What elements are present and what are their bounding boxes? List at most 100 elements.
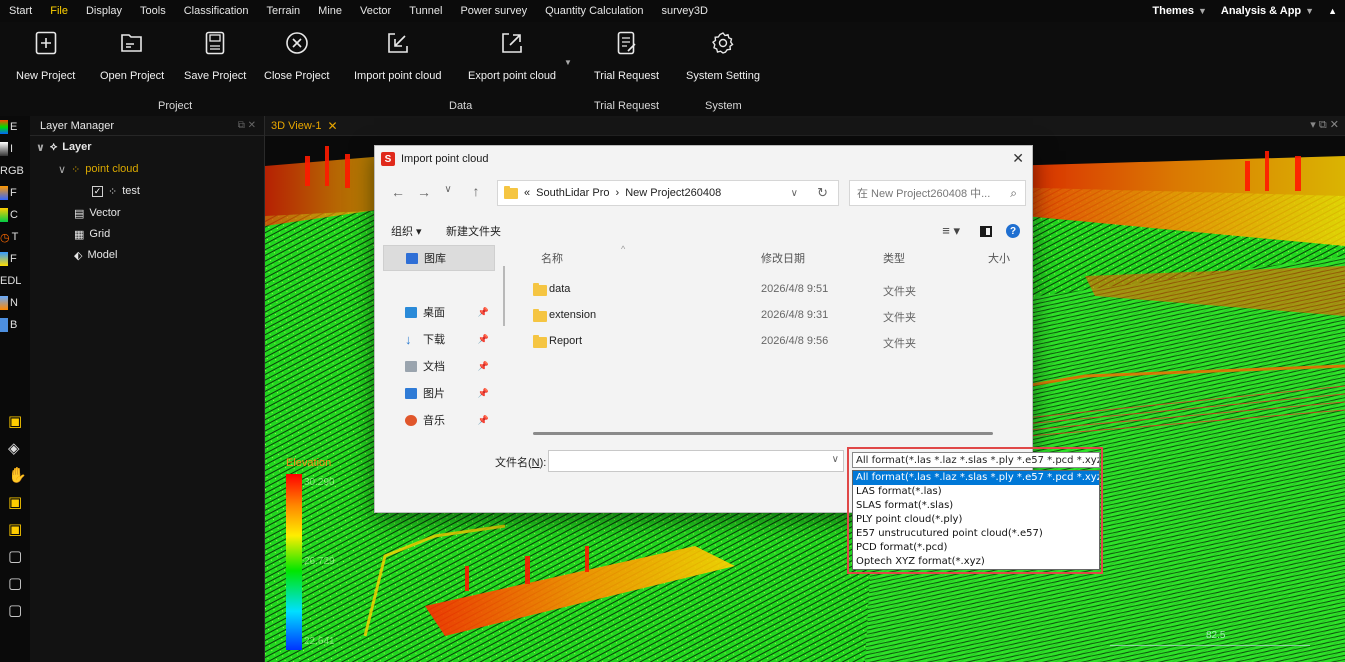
breadcrumb-segment[interactable]: New Project260408 — [625, 187, 721, 199]
tree-layer-root[interactable]: ∨ ⟡ Layer — [36, 137, 92, 157]
file-type-option[interactable]: All format(*.las *.laz *.slas *.ply *.e5… — [853, 471, 1099, 485]
open-project-button[interactable]: Open Project — [100, 30, 164, 82]
file-type-option[interactable]: LAS format(*.las) — [853, 485, 1099, 499]
tab-3d-view-1[interactable]: 3D View-1 ✕ — [271, 116, 338, 136]
menu-survey3d[interactable]: survey3D — [653, 5, 717, 17]
panel-pin-close-icon[interactable]: ⧉ ✕ — [238, 120, 256, 131]
menu-mine[interactable]: Mine — [309, 5, 351, 17]
export-point-cloud-button[interactable]: Export point cloud — [468, 30, 556, 82]
new-project-button[interactable]: New Project — [16, 30, 75, 82]
import-point-cloud-button[interactable]: Import point cloud — [354, 30, 441, 82]
address-bar[interactable]: « SouthLidar Pro › New Project260408 ∨ ↻ — [497, 180, 839, 206]
pane-splitter[interactable] — [503, 266, 505, 326]
cube-top-view-icon[interactable]: ▣ — [8, 493, 27, 511]
pin-icon[interactable]: 📌 — [478, 388, 489, 399]
pan-hand-icon[interactable]: ✋ — [8, 466, 27, 484]
menu-tunnel[interactable]: Tunnel — [400, 5, 451, 17]
menu-power-survey[interactable]: Power survey — [451, 5, 536, 17]
tree-test[interactable]: ✓ ⁘ test — [92, 181, 140, 201]
menu-vector[interactable]: Vector — [351, 5, 400, 17]
layer-checkbox[interactable]: ✓ — [92, 185, 103, 197]
pin-icon[interactable]: 📌 — [478, 307, 489, 318]
pin-icon[interactable]: 📌 — [478, 334, 489, 345]
nav-item-pictures[interactable]: 图片 📌 — [383, 380, 495, 406]
nav-item-music[interactable]: 音乐 📌 — [383, 407, 495, 433]
chevron-down-icon[interactable]: ∨ — [832, 454, 839, 465]
cube-right-view-icon[interactable]: ▢ — [8, 601, 27, 619]
save-project-button[interactable]: Save Project — [184, 30, 246, 82]
nav-item-gallery[interactable]: 图库 — [383, 245, 495, 271]
help-icon[interactable]: ? — [1006, 224, 1020, 238]
nav-item-downloads[interactable]: ↓ 下载 📌 — [383, 326, 495, 352]
refresh-icon[interactable]: ↻ — [817, 185, 828, 201]
tool-intensity[interactable]: I — [0, 138, 30, 160]
tree-vector[interactable]: ▤ Vector — [74, 203, 121, 223]
new-folder-button[interactable]: 新建文件夹 — [446, 223, 501, 239]
file-row[interactable]: data 2026/4/8 9:51 文件夹 — [511, 278, 1011, 302]
forward-arrow-icon[interactable]: → — [413, 184, 435, 200]
nav-item-desktop[interactable]: 桌面 📌 — [383, 299, 495, 325]
file-row[interactable]: extension 2026/4/8 9:31 文件夹 — [511, 304, 1011, 328]
pin-icon[interactable]: 📌 — [478, 361, 489, 372]
file-type-select[interactable]: All format(*.las *.laz *.slas *.ply *.e5… — [852, 452, 1100, 468]
column-header-type[interactable]: 类型 — [883, 250, 905, 266]
filename-input[interactable] — [549, 451, 819, 471]
menu-start[interactable]: Start — [0, 5, 41, 17]
menu-file[interactable]: File — [41, 5, 77, 17]
file-type-option[interactable]: PLY point cloud(*.ply) — [853, 513, 1099, 527]
pin-icon[interactable]: 📌 — [478, 415, 489, 426]
menu-display[interactable]: Display — [77, 5, 131, 17]
tool-fl[interactable]: F — [0, 248, 30, 270]
menu-terrain[interactable]: Terrain — [258, 5, 310, 17]
cube-front-view-icon[interactable]: ▣ — [8, 412, 27, 430]
column-header-date[interactable]: 修改日期 — [761, 250, 805, 266]
tree-point-cloud[interactable]: ∨ ⁘ point cloud — [58, 159, 139, 179]
close-project-button[interactable]: Close Project — [264, 30, 329, 82]
file-row[interactable]: Report 2026/4/8 9:56 文件夹 — [511, 330, 1011, 354]
chevron-down-icon[interactable]: ∨ — [791, 188, 798, 199]
horizontal-scrollbar[interactable] — [533, 432, 993, 435]
tool-rgb[interactable]: RGB — [0, 160, 30, 182]
cube-side-view-icon[interactable]: ▣ — [8, 520, 27, 538]
file-type-option[interactable]: Optech XYZ format(*.xyz) — [853, 555, 1099, 569]
collapse-ribbon-icon[interactable]: ▲ — [1328, 6, 1337, 16]
tool-edl[interactable]: EDL — [0, 270, 30, 292]
close-icon[interactable]: ✕ — [1012, 150, 1024, 167]
search-input[interactable]: 在 New Project260408 中... ⌕ — [849, 180, 1026, 206]
tool-elevation[interactable]: E — [0, 116, 30, 138]
tree-grid[interactable]: ▦ Grid — [74, 224, 110, 244]
close-tab-icon[interactable]: ✕ — [328, 119, 338, 133]
tool-nr[interactable]: N — [0, 292, 30, 314]
organize-menu[interactable]: 组织 ▾ — [391, 223, 422, 239]
menu-quantity-calculation[interactable]: Quantity Calculation — [536, 5, 652, 17]
tree-model[interactable]: ⬖ Model — [74, 245, 117, 265]
filename-field[interactable]: ∨ — [548, 450, 844, 472]
analysis-app-menu[interactable]: Analysis & App ▼ — [1221, 5, 1314, 17]
column-header-size[interactable]: 大小 — [988, 250, 1010, 266]
file-type-option[interactable]: E57 unstrucutured point cloud(*.e57) — [853, 527, 1099, 541]
system-setting-button[interactable]: System Setting — [686, 30, 760, 82]
trial-request-button[interactable]: Trial Request — [594, 30, 659, 82]
tool-b[interactable]: B — [0, 314, 30, 336]
view-options-icon[interactable]: ≡ ▾ — [942, 223, 960, 239]
breadcrumb-segment[interactable]: SouthLidar Pro — [536, 187, 609, 199]
cube-back-view-icon[interactable]: ▢ — [8, 547, 27, 565]
window-buttons[interactable]: ▾ ⧉ ✕ — [1310, 118, 1339, 132]
themes-menu[interactable]: Themes ▼ — [1152, 5, 1207, 17]
up-arrow-icon[interactable]: ↑ — [465, 183, 487, 199]
file-type-option[interactable]: PCD format(*.pcd) — [853, 541, 1099, 555]
cube-left-view-icon[interactable]: ▢ — [8, 574, 27, 592]
preview-pane-icon[interactable] — [980, 225, 992, 237]
tool-t[interactable]: ◷ T — [0, 226, 30, 248]
column-header-name[interactable]: 名称 — [541, 250, 563, 266]
tool-f[interactable]: F — [0, 182, 30, 204]
tool-c[interactable]: C — [0, 204, 30, 226]
nav-item-documents[interactable]: 文档 📌 — [383, 353, 495, 379]
menu-classification[interactable]: Classification — [175, 5, 258, 17]
export-dropdown-icon[interactable]: ▼ — [564, 58, 572, 67]
back-arrow-icon[interactable]: ← — [387, 184, 409, 200]
file-type-option[interactable]: SLAS format(*.slas) — [853, 499, 1099, 513]
perspective-view-icon[interactable]: ◈ — [8, 439, 27, 457]
menu-tools[interactable]: Tools — [131, 5, 175, 17]
recent-locations-chevron-icon[interactable]: ∨ — [437, 184, 459, 195]
